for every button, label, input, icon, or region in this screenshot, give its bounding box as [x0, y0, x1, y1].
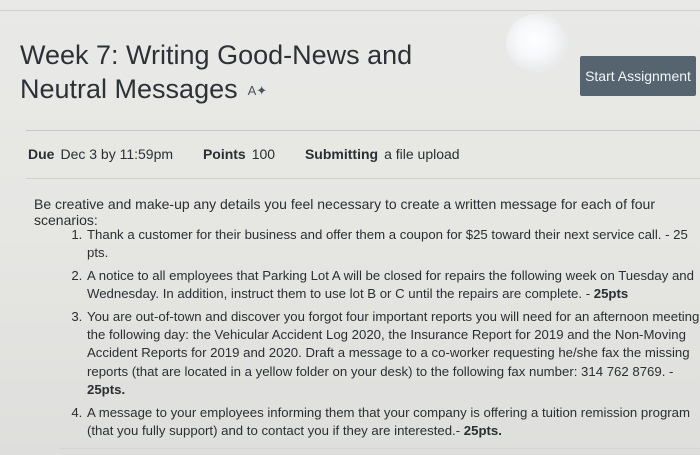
submitting-value: a file upload — [384, 146, 460, 162]
scenario-text: You are out-of-town and discover you for… — [87, 308, 700, 379]
submitting-detail: Submitting a file upload — [305, 146, 460, 162]
assignment-title-text: Week 7: Writing Good-News and Neutral Me… — [20, 40, 413, 104]
submitting-label: Submitting — [304, 146, 379, 162]
points-detail: Points 100 — [203, 146, 275, 162]
list-item: A message to your employees informing th… — [86, 404, 700, 441]
due-detail: Due Dec 3 by 11:59pm — [28, 146, 173, 162]
due-value: Dec 3 by 11:59pm — [60, 146, 174, 162]
list-item: Thank a customer for their business and … — [86, 226, 700, 263]
points-value: 100 — [251, 146, 276, 162]
due-label: Due — [28, 146, 55, 162]
screen-glare — [506, 14, 568, 72]
list-item: A notice to all employees that Parking L… — [86, 267, 700, 304]
scenario-list: Thank a customer for their business and … — [62, 226, 700, 444]
start-assignment-button[interactable]: Start Assignment — [580, 56, 696, 96]
list-item: You are out-of-town and discover you for… — [86, 308, 700, 400]
assignment-details: Due Dec 3 by 11:59pm Points 100 Submitting… — [28, 146, 688, 162]
top-divider — [0, 10, 700, 11]
details-bottom-divider — [26, 178, 700, 179]
page-title: Week 7: Writing Good-News and Neutral Me… — [20, 38, 500, 108]
published-icon: A✦ — [247, 82, 268, 98]
scenario-text: A message to your employees informing th… — [87, 404, 691, 439]
scenario-points: 25pts. — [463, 423, 502, 439]
scenario-points: 25pts. — [87, 382, 126, 398]
details-top-divider — [26, 130, 700, 131]
points-label: Points — [202, 146, 246, 162]
bottom-divider — [60, 448, 700, 449]
scenario-text: Thank a customer for their business and … — [87, 227, 688, 261]
scenario-points: 25pts — [593, 286, 629, 302]
description-intro: Be creative and make-up any details you … — [34, 196, 655, 228]
